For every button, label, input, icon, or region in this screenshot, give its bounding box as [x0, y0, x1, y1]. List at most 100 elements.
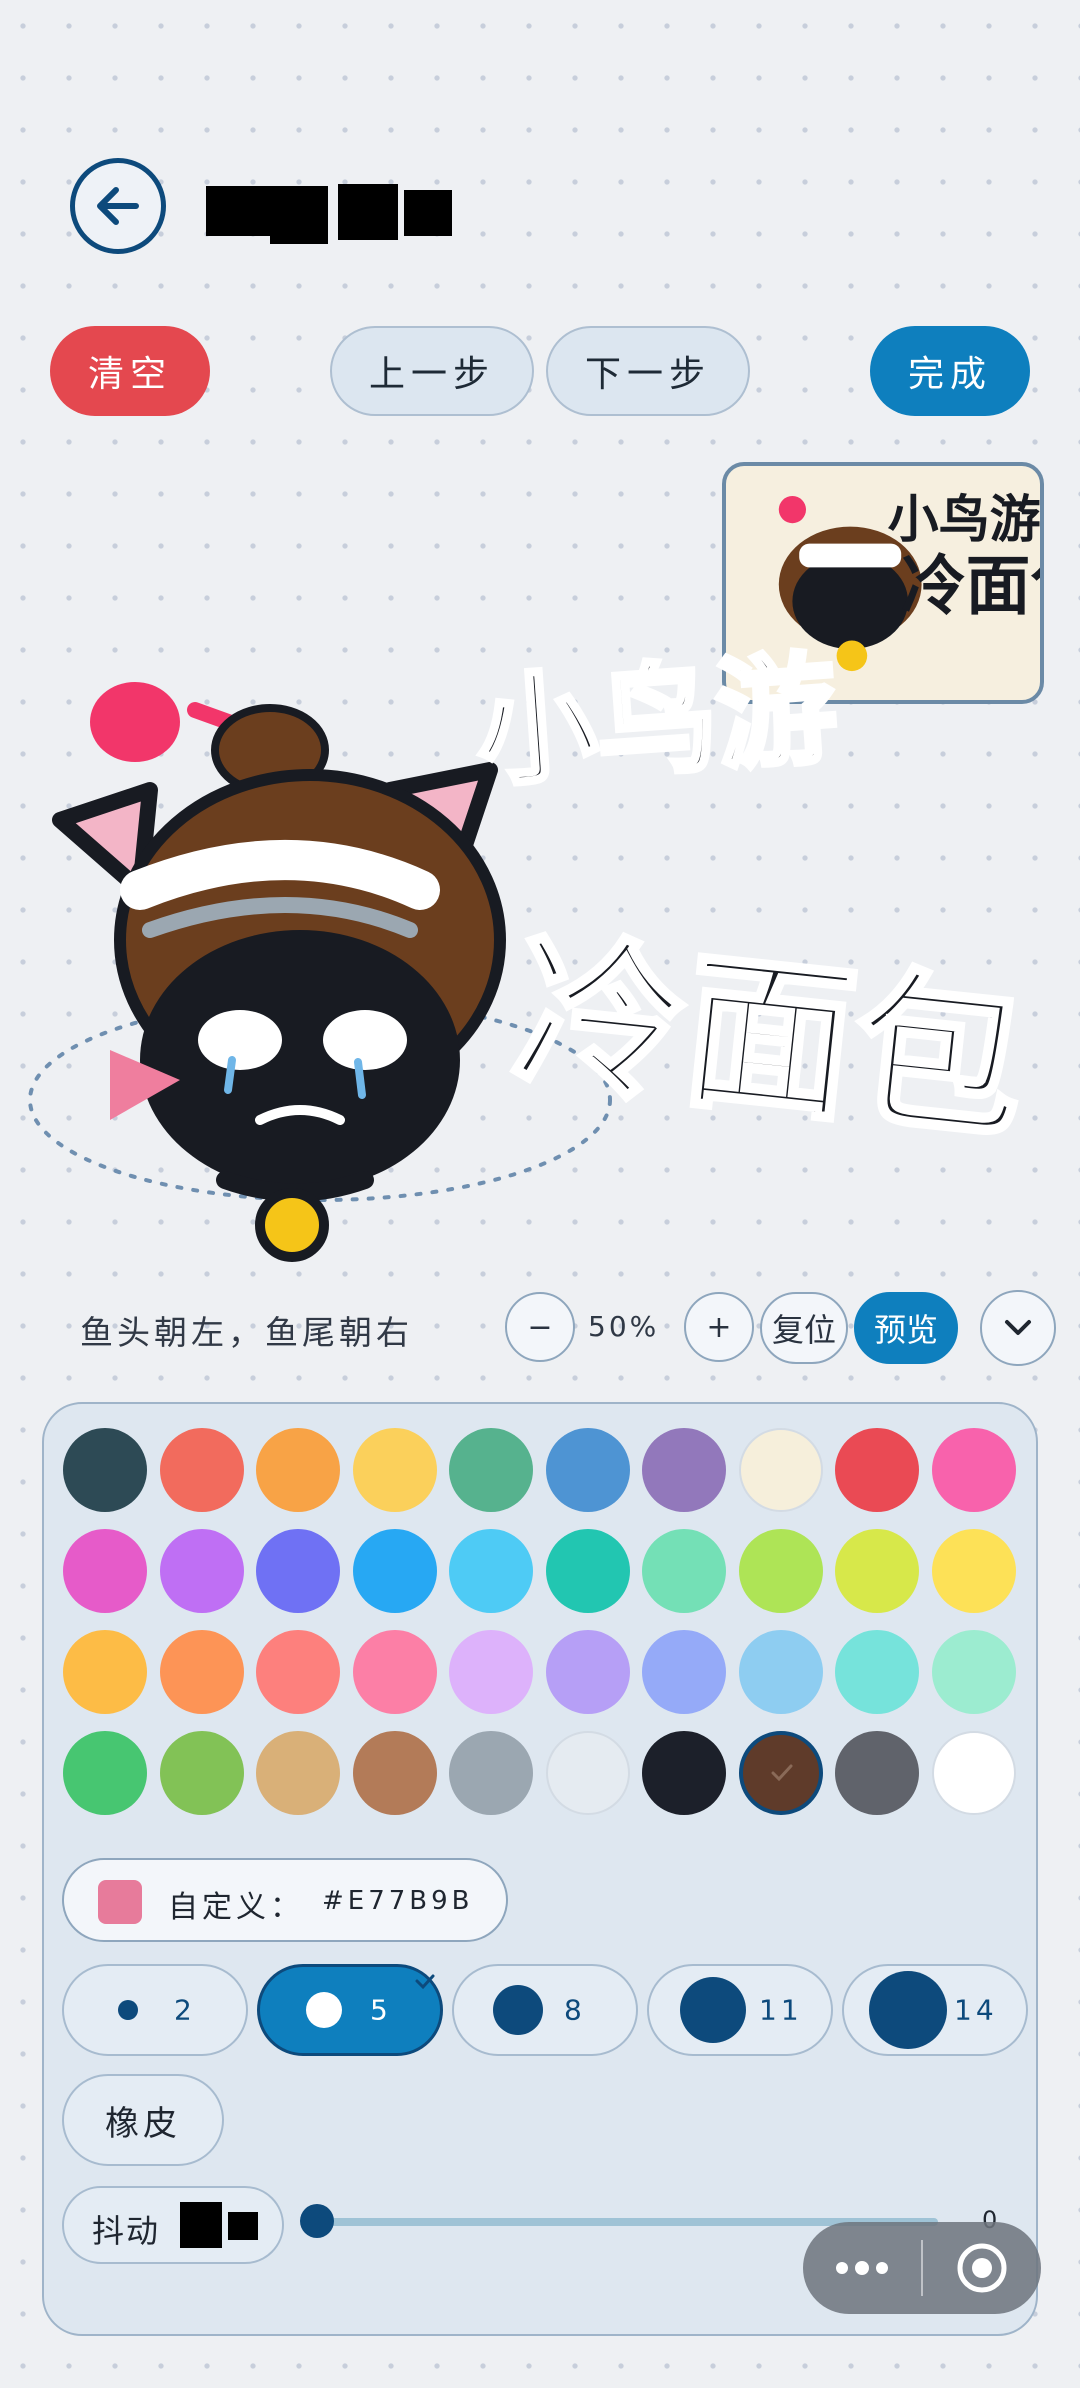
redaction-block: [338, 184, 398, 240]
check-icon: [771, 1764, 792, 1782]
drawing-canvas[interactable]: 小鸟游 冷面包: [0, 640, 1080, 1280]
svg-text:小鸟游: 小鸟游: [888, 491, 1040, 550]
color-swatch[interactable]: [352, 1529, 437, 1613]
brush-dot-icon: [869, 1971, 947, 2049]
close-miniprogram-button[interactable]: [923, 2222, 1041, 2314]
color-swatch[interactable]: [449, 1428, 533, 1512]
redaction-block: [270, 186, 328, 244]
canvas-text-line1: 小鸟游: [472, 640, 841, 804]
brush-dot-icon: [306, 1992, 342, 2028]
color-swatch[interactable]: [931, 1630, 1016, 1714]
svg-text:冷面包: 冷面包: [901, 549, 1040, 624]
color-swatch[interactable]: [159, 1529, 244, 1613]
brush-size-option[interactable]: 5: [257, 1964, 443, 2056]
canvas-text-line2: 冷面包: [506, 914, 1034, 1164]
clear-button[interactable]: 清空: [50, 326, 210, 416]
preview-button[interactable]: 预览: [854, 1292, 958, 1364]
eraser-button[interactable]: 橡皮: [62, 2074, 224, 2166]
color-swatch[interactable]: [352, 1630, 437, 1714]
reset-button[interactable]: 复位: [760, 1292, 848, 1364]
color-swatch[interactable]: [449, 1731, 533, 1815]
bell: [255, 1188, 329, 1262]
color-swatch[interactable]: [63, 1428, 147, 1512]
color-swatch[interactable]: [642, 1630, 726, 1714]
redaction-block: [228, 2212, 258, 2240]
color-swatch[interactable]: [256, 1529, 340, 1613]
back-button[interactable]: [70, 158, 166, 254]
brush-dot-icon: [680, 1977, 746, 2043]
color-swatch[interactable]: [545, 1630, 630, 1714]
collapse-button[interactable]: [980, 1290, 1056, 1366]
color-swatch[interactable]: [835, 1529, 919, 1613]
color-swatch[interactable]: [63, 1630, 147, 1714]
color-swatch[interactable]: [835, 1630, 919, 1714]
color-swatch[interactable]: [159, 1428, 244, 1512]
color-swatch[interactable]: [545, 1428, 630, 1512]
brush-size-label: 5: [370, 1993, 392, 2027]
shake-control: 抖动: [62, 2186, 284, 2264]
done-button[interactable]: 完成: [870, 326, 1030, 416]
custom-color-label: 自定义：: [168, 1890, 304, 1925]
brush-size-option[interactable]: 14: [842, 1964, 1028, 2056]
redaction-block: [404, 190, 452, 236]
color-swatch[interactable]: [256, 1428, 340, 1512]
redaction-block: [180, 2202, 222, 2248]
brush-dot-icon: [493, 1985, 543, 2035]
custom-color-field[interactable]: 自定义： #E77B9B: [62, 1858, 508, 1942]
zoom-in-button[interactable]: +: [684, 1292, 754, 1362]
color-swatch[interactable]: [931, 1731, 1016, 1815]
brush-size-label: 8: [564, 1993, 586, 2027]
redaction-block: [206, 186, 270, 236]
color-swatch[interactable]: [352, 1731, 437, 1815]
red-heart-blob: [90, 682, 180, 762]
brush-size-label: 11: [759, 1993, 803, 2027]
color-swatch[interactable]: [159, 1731, 244, 1815]
check-icon: [415, 1974, 435, 1990]
color-swatch[interactable]: [931, 1529, 1016, 1613]
brush-dot-icon: [118, 2000, 138, 2020]
color-swatch[interactable]: [352, 1428, 437, 1512]
color-swatch[interactable]: [835, 1731, 919, 1815]
face: [140, 930, 460, 1190]
color-swatch[interactable]: [642, 1428, 726, 1512]
zoom-out-button[interactable]: −: [505, 1292, 575, 1362]
miniprogram-capsule: [803, 2222, 1041, 2314]
color-swatch[interactable]: [256, 1731, 340, 1815]
chevron-down-icon: [1005, 1320, 1031, 1335]
color-swatch[interactable]: [449, 1630, 533, 1714]
color-swatch[interactable]: [738, 1529, 823, 1613]
tear-left: [224, 1056, 236, 1094]
arrow-left-icon: [97, 187, 139, 225]
tear-right: [354, 1058, 366, 1099]
color-swatch[interactable]: [545, 1731, 630, 1815]
more-button[interactable]: [803, 2222, 921, 2314]
brush-size-label: 2: [174, 1993, 196, 2027]
color-swatch[interactable]: [738, 1428, 823, 1512]
zoom-value: 50%: [588, 1310, 660, 1343]
page-title: ████ █: [206, 184, 452, 244]
shake-label: 抖动: [92, 2212, 161, 2250]
color-swatch[interactable]: [931, 1428, 1016, 1512]
color-swatch[interactable]: [738, 1630, 823, 1714]
left-eye: [198, 1010, 282, 1070]
color-swatch[interactable]: [642, 1731, 726, 1815]
color-swatch[interactable]: [835, 1428, 919, 1512]
shake-slider-handle[interactable]: [300, 2204, 334, 2238]
color-swatch[interactable]: [738, 1731, 823, 1815]
color-swatch[interactable]: [63, 1731, 147, 1815]
undo-button[interactable]: 上一步: [330, 326, 534, 416]
brush-size-option[interactable]: 2: [62, 1964, 248, 2056]
color-swatch[interactable]: [642, 1529, 726, 1613]
brush-size-option[interactable]: 8: [452, 1964, 638, 2056]
more-icon: [836, 2261, 888, 2275]
custom-color-chip: [98, 1880, 142, 1924]
color-swatch[interactable]: [545, 1529, 630, 1613]
color-swatch[interactable]: [256, 1630, 340, 1714]
redo-button[interactable]: 下一步: [546, 326, 750, 416]
brush-size-option[interactable]: 11: [647, 1964, 833, 2056]
target-icon: [957, 2243, 1007, 2293]
color-swatch[interactable]: [449, 1529, 533, 1613]
right-eye: [323, 1010, 407, 1070]
color-swatch[interactable]: [63, 1529, 147, 1613]
color-swatch[interactable]: [159, 1630, 244, 1714]
